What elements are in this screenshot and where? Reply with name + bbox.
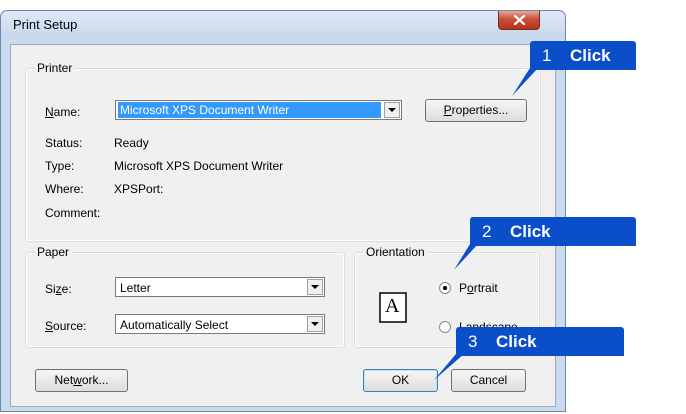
- printer-group-title: Printer: [34, 61, 76, 75]
- callout-3-pointer: [434, 354, 464, 380]
- chevron-down-icon: [311, 322, 319, 326]
- callout-3-number: 3: [468, 332, 478, 351]
- cancel-button-label: Cancel: [469, 373, 508, 387]
- orientation-group-title: Orientation: [363, 245, 428, 259]
- portrait-label[interactable]: Portrait: [459, 281, 498, 295]
- size-label: Size:: [45, 282, 72, 296]
- callout-1: 1 Click: [530, 41, 636, 70]
- callout-2-pointer: [454, 244, 478, 270]
- properties-button[interactable]: Properties...: [425, 99, 527, 122]
- radio-selected-dot: [443, 286, 447, 290]
- page-preview-letter: A: [385, 295, 400, 317]
- comment-label: Comment:: [45, 206, 101, 220]
- name-label: Name:: [45, 105, 81, 119]
- callout-2: 2 Click: [470, 217, 636, 246]
- printer-name-dropdown-button[interactable]: [384, 102, 400, 118]
- callout-3: 3 Click: [456, 327, 624, 356]
- paper-size-value: Letter: [120, 281, 151, 295]
- ok-button[interactable]: OK: [363, 369, 438, 392]
- network-button[interactable]: Network...: [35, 369, 128, 392]
- paper-size-select[interactable]: Letter: [115, 277, 325, 297]
- portrait-radio[interactable]: [439, 282, 451, 294]
- where-value: XPSPort:: [114, 182, 164, 196]
- printer-name-select[interactable]: Microsoft XPS Document Writer: [115, 100, 402, 120]
- landscape-radio[interactable]: [439, 321, 451, 333]
- source-label: Source:: [45, 319, 87, 333]
- callout-1-word: Click: [570, 46, 611, 65]
- ok-button-label: OK: [391, 373, 410, 387]
- printer-name-value: Microsoft XPS Document Writer: [118, 102, 381, 118]
- status-label: Status:: [45, 136, 83, 150]
- callout-3-word: Click: [496, 332, 537, 351]
- chevron-down-icon: [388, 108, 396, 112]
- paper-group-title: Paper: [34, 245, 73, 259]
- type-value: Microsoft XPS Document Writer: [114, 159, 284, 173]
- title-bar: Print Setup: [1, 11, 565, 39]
- status-value: Ready: [114, 136, 149, 150]
- callout-1-pointer: [512, 68, 538, 96]
- paper-size-dropdown-button[interactable]: [307, 279, 323, 295]
- window-title: Print Setup: [13, 17, 78, 32]
- properties-button-label: Properties...: [443, 103, 509, 117]
- network-button-label: Network...: [54, 373, 109, 387]
- close-button[interactable]: [498, 11, 540, 30]
- callout-2-number: 2: [482, 222, 492, 241]
- callout-2-word: Click: [510, 222, 551, 241]
- paper-source-dropdown-button[interactable]: [307, 316, 323, 332]
- close-icon: [514, 15, 525, 25]
- printer-group: Printer: [25, 61, 541, 242]
- paper-source-select[interactable]: Automatically Select: [115, 314, 325, 334]
- callout-1-number: 1: [542, 46, 552, 65]
- paper-source-value: Automatically Select: [120, 318, 229, 332]
- where-label: Where:: [45, 182, 84, 196]
- type-label: Type:: [45, 159, 75, 173]
- chevron-down-icon: [311, 285, 319, 289]
